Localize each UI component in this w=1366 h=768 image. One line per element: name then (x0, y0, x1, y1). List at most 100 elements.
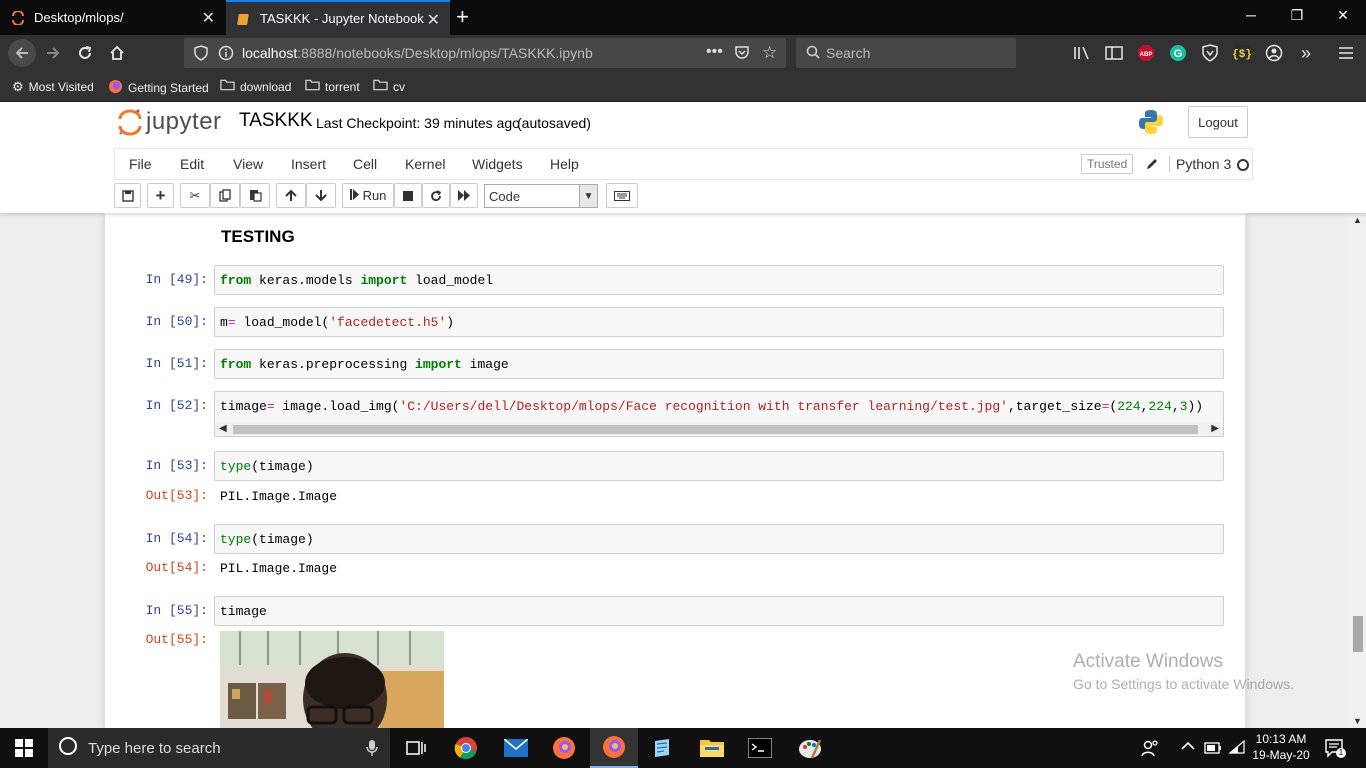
hamburger-menu-icon[interactable] (1337, 44, 1355, 62)
bookmark-torrent[interactable]: torrent (305, 79, 360, 94)
address-bar[interactable]: localhost:8888/notebooks/Desktop/mlops/T… (184, 38, 786, 68)
save-button[interactable] (114, 183, 141, 208)
cut-button[interactable]: ✂ (180, 183, 210, 208)
overflow-chevron-icon[interactable]: » (1297, 43, 1315, 63)
json-viewer-icon[interactable]: {$} (1233, 44, 1251, 62)
firefox-active-taskbar-icon[interactable] (590, 728, 638, 768)
scroll-right-icon[interactable]: ▶ (1211, 423, 1219, 434)
bookmark-getting-started[interactable]: Getting Started (108, 79, 209, 97)
menu-insert[interactable]: Insert (291, 156, 326, 172)
trusted-badge[interactable]: Trusted (1081, 154, 1134, 174)
scrollbar-thumb[interactable] (1353, 616, 1363, 652)
page-vertical-scrollbar[interactable]: ▲ ▼ (1350, 213, 1366, 728)
close-tab-icon[interactable]: ✕ (427, 10, 440, 30)
browser-nav-bar: localhost:8888/notebooks/Desktop/mlops/T… (0, 35, 1366, 71)
privacy-badger-icon[interactable] (1201, 44, 1219, 62)
code-cell-input[interactable]: m= load_model('facedetect.h5') (214, 307, 1224, 337)
bookmark-most-visited[interactable]: ⚙ Most Visited (12, 79, 94, 95)
paste-button[interactable] (240, 183, 270, 208)
insert-cell-button[interactable]: + (147, 183, 174, 208)
code-cell-input[interactable]: from keras.models import load_model (214, 265, 1224, 295)
tracking-shield-icon[interactable] (194, 45, 208, 66)
url-text[interactable]: localhost:8888/notebooks/Desktop/mlops/T… (242, 45, 593, 61)
page-actions-icon[interactable]: ••• (706, 43, 723, 61)
wifi-icon[interactable] (1228, 739, 1246, 760)
restart-run-all-button[interactable] (450, 183, 478, 208)
restart-kernel-button[interactable] (422, 183, 450, 208)
edit-pencil-icon[interactable] (1145, 157, 1159, 176)
chrome-icon[interactable] (442, 728, 490, 768)
command-palette-button[interactable] (606, 183, 638, 208)
menu-view[interactable]: View (233, 156, 263, 172)
scroll-down-icon[interactable]: ▼ (1353, 716, 1362, 726)
menu-cell[interactable]: Cell (353, 156, 377, 172)
code-cell-input[interactable]: type(timage) (214, 451, 1224, 481)
kernel-idle-indicator-icon (1237, 159, 1249, 171)
mail-icon[interactable] (492, 728, 540, 768)
logout-button[interactable]: Logout (1188, 106, 1248, 138)
forward-icon[interactable] (40, 40, 66, 66)
bookmark-download[interactable]: download (220, 79, 291, 94)
code-token: ) (446, 315, 455, 330)
jupyter-logo[interactable]: jupyter (118, 107, 222, 137)
terminal-icon[interactable] (736, 728, 784, 768)
kernel-name[interactable]: Python 3 (1169, 156, 1231, 172)
microphone-icon[interactable] (366, 739, 378, 761)
people-icon[interactable] (1140, 738, 1160, 763)
horizontal-scrollbar[interactable]: ◀ ▶ (215, 422, 1223, 436)
menu-widgets[interactable]: Widgets (472, 156, 523, 172)
copy-button[interactable] (210, 183, 240, 208)
scrollbar-thumb[interactable] (233, 425, 1198, 434)
home-icon[interactable] (104, 40, 130, 66)
scroll-up-icon[interactable]: ▲ (1353, 215, 1362, 225)
run-button[interactable]: Run (342, 183, 394, 208)
notifications-icon[interactable]: 1 (1324, 738, 1346, 763)
minimize-icon[interactable]: ─ (1236, 7, 1266, 23)
file-explorer-icon[interactable] (688, 728, 736, 768)
scissors-icon: ✂ (189, 187, 201, 203)
menu-file[interactable]: File (129, 156, 152, 172)
windows-start-icon[interactable] (0, 728, 48, 768)
menu-help[interactable]: Help (550, 156, 579, 172)
browser-tab-bar: Desktop/mlops/ ✕ TASKKK - Jupyter Notebo… (0, 0, 1366, 35)
new-tab-icon[interactable]: + (456, 4, 469, 30)
pocket-icon[interactable] (734, 44, 750, 65)
search-input[interactable]: Search (796, 38, 1016, 68)
code-cell-input[interactable]: from keras.preprocessing import image (214, 349, 1224, 379)
site-info-icon[interactable] (218, 45, 234, 66)
window-close-icon[interactable]: ✕ (1328, 7, 1358, 24)
back-icon[interactable] (8, 39, 36, 67)
menu-edit[interactable]: Edit (180, 156, 204, 172)
code-token: 224 (1148, 399, 1172, 414)
taskbar-search-box[interactable]: Type here to search (48, 728, 390, 768)
tab-taskkk-notebook[interactable]: TASKKK - Jupyter Notebook ✕ (226, 0, 450, 35)
sidebar-icon[interactable] (1105, 44, 1123, 62)
system-clock[interactable]: 10:13 AM 19-May-20 (1250, 731, 1312, 763)
move-up-button[interactable] (276, 183, 306, 208)
task-view-icon[interactable] (392, 728, 440, 768)
code-cell-input[interactable]: timage (214, 596, 1224, 626)
code-cell-input[interactable]: timage= image.load_img('C:/Users/dell/De… (214, 391, 1224, 437)
code-cell-input[interactable]: type(timage) (214, 524, 1224, 554)
cell-type-select[interactable]: Code ▼ (484, 184, 598, 208)
notebook-name[interactable]: TASKKK (239, 110, 313, 132)
tab-desktop-mlops[interactable]: Desktop/mlops/ ✕ (0, 0, 225, 35)
account-icon[interactable] (1265, 44, 1283, 62)
menu-kernel[interactable]: Kernel (405, 156, 445, 172)
library-icon[interactable] (1073, 44, 1091, 62)
paint-app-icon[interactable] (786, 728, 834, 768)
firefox-taskbar-icon[interactable] (540, 728, 588, 768)
move-down-button[interactable] (306, 183, 336, 208)
battery-icon[interactable] (1204, 741, 1222, 759)
scroll-left-icon[interactable]: ◀ (219, 423, 227, 434)
adblock-plus-icon[interactable]: ABP (1137, 44, 1155, 62)
notes-app-icon[interactable] (638, 728, 686, 768)
chevron-up-icon[interactable] (1181, 740, 1195, 754)
maximize-icon[interactable]: ❐ (1282, 7, 1312, 24)
reload-icon[interactable] (72, 40, 98, 66)
bookmark-star-icon[interactable]: ☆ (762, 43, 777, 63)
bookmark-cv[interactable]: cv (373, 79, 405, 94)
interrupt-kernel-button[interactable] (394, 183, 422, 208)
close-tab-icon[interactable]: ✕ (202, 8, 215, 28)
grammarly-icon[interactable]: G (1169, 44, 1187, 62)
